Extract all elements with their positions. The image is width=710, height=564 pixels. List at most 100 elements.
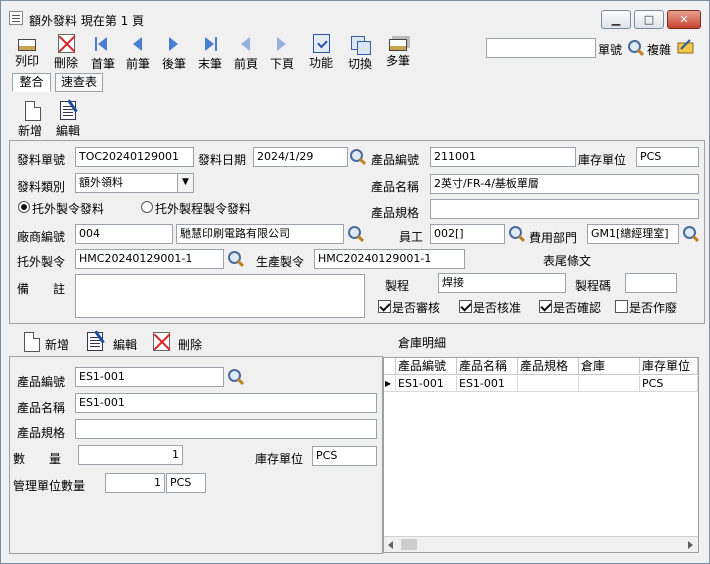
issue-date-field[interactable]: 2024/1/29 <box>253 147 348 167</box>
switch-icon <box>349 34 371 55</box>
staff-lookup-icon[interactable] <box>508 225 526 243</box>
grid-header-product-code[interactable]: 產品編號 <box>396 358 457 375</box>
issue-type-select[interactable]: 額外領料 ▼ <box>75 173 194 193</box>
detail-product-lookup-icon[interactable] <box>227 368 245 386</box>
table-row-cell[interactable]: ES1-001 <box>396 376 457 392</box>
product-code-label: 產品編號 <box>371 153 420 167</box>
close-button[interactable]: ✕ <box>667 10 701 29</box>
outsource-order-field[interactable]: HMC20240129001-1 <box>75 249 224 269</box>
product-name-field[interactable]: 2英寸/FR-4/基板單層 <box>430 174 699 194</box>
next-record-button[interactable]: 後筆 <box>158 34 190 72</box>
grid-header-product-name[interactable]: 產品名稱 <box>457 358 518 375</box>
new-document-icon[interactable] <box>25 101 41 121</box>
chevron-down-icon[interactable]: ▼ <box>177 174 193 192</box>
scroll-thumb[interactable] <box>401 539 417 550</box>
tab-quick-lookup[interactable]: 速查表 <box>55 73 103 92</box>
date-lookup-icon[interactable] <box>349 148 367 166</box>
reviewed-checkbox[interactable] <box>378 300 391 313</box>
outsource-order-radio-label: 托外製令發料 <box>32 202 105 216</box>
horizontal-scrollbar[interactable] <box>384 536 698 552</box>
maximize-button[interactable]: □ <box>634 10 664 29</box>
voided-checkbox[interactable] <box>615 300 628 313</box>
minimize-button[interactable]: ▁ <box>601 10 631 29</box>
prev-arrow-icon <box>127 34 149 54</box>
prev-page-button[interactable]: 前頁 <box>230 34 262 72</box>
grid-header-stock-unit[interactable]: 庫存單位 <box>640 358 698 375</box>
table-row-cell[interactable]: ES1-001 <box>457 376 518 392</box>
delete-toolbar-button[interactable]: 刪除 <box>49 34 83 72</box>
process-code-label: 製程碼 <box>575 279 612 293</box>
detail-mgmt-qty-field[interactable]: 1 <box>105 473 165 493</box>
table-row-cell[interactable]: PCS <box>640 376 698 392</box>
remark-label: 備 註 <box>17 282 66 296</box>
table-row-cell[interactable] <box>518 376 579 392</box>
detail-mgmt-unit-field[interactable]: PCS <box>166 473 206 493</box>
product-spec-field[interactable] <box>430 199 699 219</box>
scroll-right-icon[interactable] <box>688 541 693 549</box>
first-record-button[interactable]: 首筆 <box>87 34 119 72</box>
function-button[interactable]: 功能 <box>304 34 338 72</box>
detail-product-name-field[interactable]: ES1-001 <box>75 393 377 413</box>
issue-type-label: 發料類別 <box>17 180 66 194</box>
dept-lookup-icon[interactable] <box>682 225 700 243</box>
cost-dept-field[interactable]: GM1[總經理室] <box>587 224 679 244</box>
staff-field[interactable]: 002[] <box>430 224 505 244</box>
product-code-field[interactable]: 211001 <box>430 147 576 167</box>
detail-product-spec-field[interactable] <box>75 419 377 439</box>
issue-no-label: 發料單號 <box>17 153 66 167</box>
remark-field[interactable] <box>75 274 365 318</box>
search-icon[interactable] <box>627 39 645 57</box>
print-button[interactable]: 列印 <box>9 34 45 72</box>
approved-checkbox[interactable] <box>459 300 472 313</box>
detail-product-code-field[interactable]: ES1-001 <box>75 367 224 387</box>
copy-icon[interactable] <box>676 37 696 57</box>
issue-no-field[interactable]: TOC20240129001 <box>75 147 194 167</box>
detail-add-button[interactable]: 新增 <box>45 336 69 353</box>
multi-record-icon <box>389 39 407 51</box>
process-code-field[interactable] <box>625 273 677 293</box>
prev-record-button[interactable]: 前筆 <box>122 34 154 72</box>
production-order-field[interactable]: HMC20240129001-1 <box>314 249 465 269</box>
detail-edit-icon[interactable] <box>87 332 103 351</box>
search-input[interactable] <box>486 38 596 58</box>
vendor-code-field[interactable]: 004 <box>75 224 173 244</box>
vendor-name-field[interactable]: 馳慧印刷電路有限公司 <box>176 224 344 244</box>
cost-dept-label: 費用部門 <box>529 231 578 245</box>
tab-integrated[interactable]: 整合 <box>12 73 51 92</box>
process-field[interactable]: 焊接 <box>438 273 566 293</box>
edit-document-icon[interactable] <box>60 101 76 120</box>
detail-edit-button[interactable]: 編輯 <box>113 336 137 353</box>
copy-label[interactable]: 複雜 <box>647 41 671 58</box>
multi-record-button[interactable]: 多筆 <box>381 34 415 72</box>
approved-label: 是否核准 <box>473 301 522 315</box>
warehouse-grid[interactable]: 產品編號 產品名稱 產品規格 倉庫 庫存單位 ▶ ES1-001 ES1-001… <box>383 357 699 553</box>
detail-new-icon[interactable] <box>24 332 40 352</box>
header-add-button[interactable]: 新增 <box>18 122 42 139</box>
outsource-order-radio[interactable] <box>18 201 30 213</box>
production-order-label: 生產製令 <box>256 255 305 269</box>
outsource-order-lookup-icon[interactable] <box>227 250 245 268</box>
first-label: 首筆 <box>90 57 115 71</box>
switch-button[interactable]: 切換 <box>343 34 377 72</box>
printer-icon <box>18 39 36 51</box>
detail-stock-unit-field[interactable]: PCS <box>312 446 377 466</box>
reviewed-label: 是否審核 <box>392 301 441 315</box>
first-arrow-icon <box>92 34 114 54</box>
confirmed-label: 是否確認 <box>553 301 602 315</box>
detail-delete-button[interactable]: 刪除 <box>178 336 202 353</box>
table-row-cell[interactable] <box>579 376 640 392</box>
grid-header-product-spec[interactable]: 產品規格 <box>518 358 579 375</box>
grid-header-warehouse[interactable]: 倉庫 <box>579 358 640 375</box>
last-record-button[interactable]: 末筆 <box>194 34 226 72</box>
confirmed-checkbox[interactable] <box>539 300 552 313</box>
outsource-process-radio[interactable] <box>141 201 153 213</box>
grid-corner <box>384 358 396 375</box>
detail-qty-field[interactable]: 1 <box>78 445 183 465</box>
vendor-lookup-icon[interactable] <box>347 225 365 243</box>
header-edit-button[interactable]: 編輯 <box>56 122 80 139</box>
scroll-left-icon[interactable] <box>388 541 393 549</box>
detail-product-spec-label: 產品規格 <box>17 426 66 440</box>
next-page-button[interactable]: 下頁 <box>266 34 298 72</box>
stock-unit-field[interactable]: PCS <box>636 147 699 167</box>
detail-delete-icon[interactable] <box>153 332 170 351</box>
